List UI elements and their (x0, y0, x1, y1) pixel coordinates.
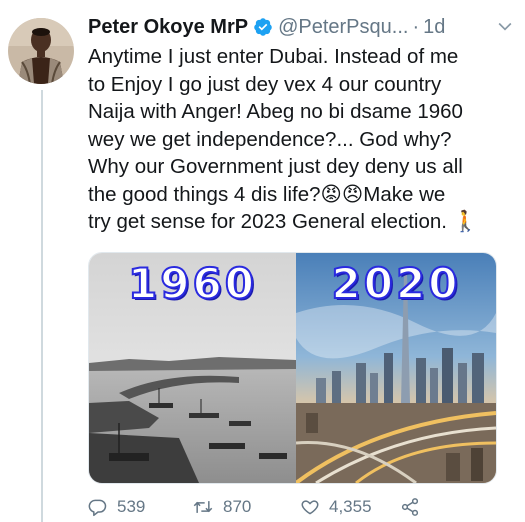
author-handle[interactable]: @PeterPsqu... (278, 16, 408, 39)
retweet-icon (193, 501, 213, 513)
year-label-2020: 2020 (331, 258, 461, 309)
reply-button[interactable]: 539 (88, 497, 192, 517)
avatar-photo (8, 18, 74, 84)
avatar[interactable] (8, 18, 74, 84)
retweet-count: 870 (223, 497, 252, 516)
share-icon (401, 498, 419, 516)
author-name[interactable]: Peter Okoye MrP (88, 16, 248, 39)
media-panel-2020: 2020 (296, 253, 496, 483)
tweet-media[interactable]: 1960 2020 (88, 252, 497, 484)
tweet-header: Peter Okoye MrP @PeterPsqu... · 1d (88, 14, 525, 40)
like-button[interactable]: 4,355 (300, 497, 400, 517)
timestamp[interactable]: 1d (423, 16, 445, 39)
like-count: 4,355 (329, 497, 372, 516)
reply-count: 539 (117, 497, 146, 516)
chevron-down-icon[interactable] (495, 16, 515, 42)
share-button[interactable] (400, 497, 429, 517)
year-label-1960: 1960 (127, 258, 257, 309)
tweet-actions: 539 870 4,355 (88, 494, 508, 520)
reply-icon (88, 499, 107, 517)
media-panel-1960: 1960 (89, 253, 296, 483)
separator-dot: · (412, 15, 420, 38)
thread-line (41, 90, 43, 522)
heart-icon (301, 500, 319, 515)
verified-badge-icon (253, 17, 273, 37)
tweet-text: Anytime I just enter Dubai. Instead of m… (88, 45, 479, 233)
retweet-button[interactable]: 870 (192, 497, 300, 517)
